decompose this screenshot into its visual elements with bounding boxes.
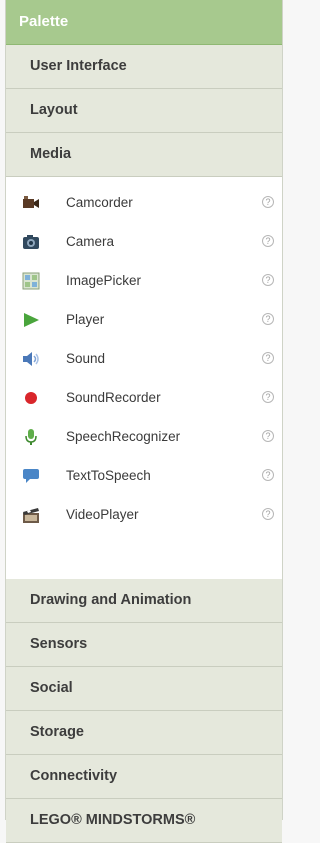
help-icon[interactable]: ? <box>262 352 274 364</box>
category-lego-mindstorms[interactable]: LEGO® MINDSTORMS® <box>6 799 282 843</box>
sound-recorder-icon <box>25 392 37 404</box>
player-icon <box>24 313 39 327</box>
palette-item-sound-recorder[interactable]: SoundRecorder ? <box>6 378 282 417</box>
item-label: Camera <box>66 234 115 249</box>
help-icon[interactable]: ? <box>262 313 274 325</box>
sound-icon <box>23 352 39 366</box>
help-icon[interactable]: ? <box>262 235 274 247</box>
item-label: SoundRecorder <box>66 390 161 405</box>
help-icon[interactable]: ? <box>262 430 274 442</box>
camcorder-icon <box>23 196 39 208</box>
category-connectivity[interactable]: Connectivity <box>6 755 282 799</box>
item-label: Sound <box>66 351 106 366</box>
category-media[interactable]: Media <box>6 133 282 177</box>
item-label: TextToSpeech <box>66 468 151 483</box>
palette-item-camcorder[interactable]: Camcorder ? <box>6 183 282 222</box>
item-label: Player <box>66 312 105 327</box>
video-player-icon <box>23 508 39 523</box>
category-sensors[interactable]: Sensors <box>6 623 282 667</box>
palette-panel: Palette User Interface Layout Media Camc… <box>5 0 283 843</box>
item-label: VideoPlayer <box>66 507 139 522</box>
category-layout[interactable]: Layout <box>6 89 282 133</box>
speech-recognizer-icon <box>25 429 37 445</box>
category-social[interactable]: Social <box>6 667 282 711</box>
help-icon[interactable]: ? <box>262 391 274 403</box>
help-icon[interactable]: ? <box>262 274 274 286</box>
palette-item-sound[interactable]: Sound ? <box>6 339 282 378</box>
help-icon[interactable]: ? <box>262 508 274 520</box>
camera-icon <box>23 235 39 249</box>
image-picker-icon <box>22 272 40 290</box>
palette-item-camera[interactable]: Camera ? <box>6 222 282 261</box>
palette-item-speech-recognizer[interactable]: SpeechRecognizer ? <box>6 417 282 456</box>
category-user-interface[interactable]: User Interface <box>6 45 282 89</box>
palette-item-text-to-speech[interactable]: TextToSpeech ? <box>6 456 282 495</box>
text-to-speech-icon <box>23 469 39 483</box>
item-label: Camcorder <box>66 195 133 210</box>
palette-title: Palette <box>6 0 282 45</box>
palette-item-image-picker[interactable]: ImagePicker ? <box>6 261 282 300</box>
palette-item-video-player[interactable]: VideoPlayer ? <box>6 495 282 534</box>
media-item-list: Camcorder ? Camera ? ImagePicker ? Playe… <box>6 177 282 579</box>
palette-item-player[interactable]: Player ? <box>6 300 282 339</box>
category-storage[interactable]: Storage <box>6 711 282 755</box>
category-drawing-and-animation[interactable]: Drawing and Animation <box>6 579 282 623</box>
help-icon[interactable]: ? <box>262 196 274 208</box>
item-label: SpeechRecognizer <box>66 429 181 444</box>
item-label: ImagePicker <box>66 273 142 288</box>
help-icon[interactable]: ? <box>262 469 274 481</box>
